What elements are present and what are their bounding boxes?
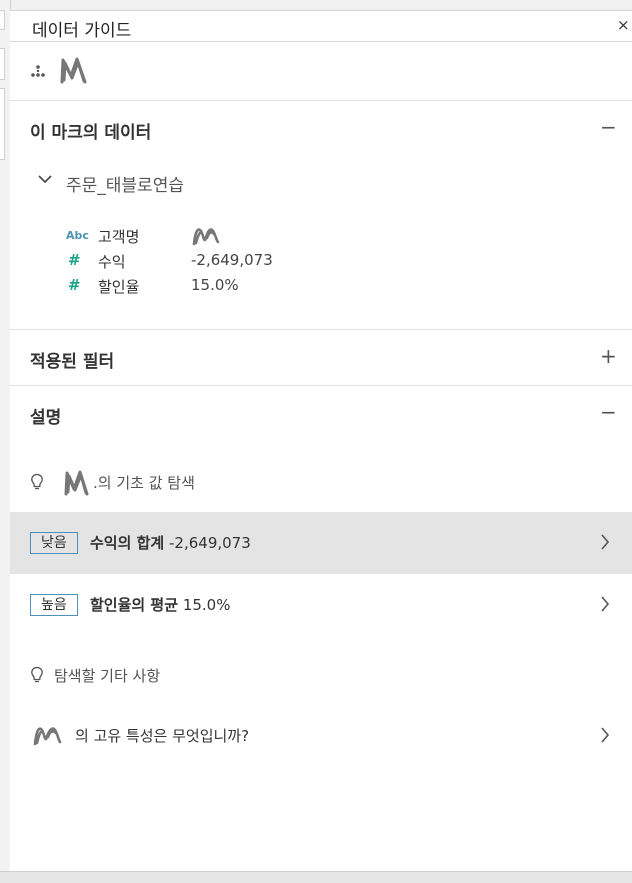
- redacted-mark-scribble: [33, 727, 62, 746]
- lightbulb-icon: [31, 473, 43, 490]
- bottom-scroll-bar: [0, 871, 632, 883]
- side-toolbar-button[interactable]: [0, 88, 5, 160]
- question-row[interactable]: 의 고유 특성은 무엇입니까?: [10, 703, 632, 765]
- collapse-icon[interactable]: −: [600, 400, 617, 424]
- close-icon[interactable]: ×: [617, 16, 630, 34]
- section-divider: [10, 385, 632, 386]
- insight-value: -2,649,073: [169, 534, 251, 552]
- chevron-right-icon: [601, 534, 610, 550]
- redacted-value-scribble: [192, 228, 220, 246]
- explore-label: .의 기초 값 탐색: [93, 474, 195, 492]
- field-name: 수익: [98, 253, 126, 271]
- field-row: # 수익 -2,649,073: [66, 251, 366, 273]
- mark-header: [10, 42, 632, 101]
- filters-section-title: 적용된 필터: [30, 352, 115, 372]
- explain-section-title: 설명: [30, 408, 62, 428]
- text-type-icon: Abc: [66, 229, 89, 242]
- insight-text: 수익의 합계 -2,649,073: [90, 532, 251, 553]
- collapse-icon[interactable]: −: [600, 115, 617, 139]
- insight-measure: 할인율의 평균: [90, 596, 179, 614]
- field-name: 고객명: [98, 228, 140, 246]
- redacted-mark-scribble: [60, 57, 87, 84]
- insight-row[interactable]: 높음 할인율의 평균 15.0%: [10, 574, 632, 636]
- panel-title: 데이터 가이드: [32, 21, 132, 41]
- number-type-icon: #: [68, 276, 81, 294]
- chevron-right-icon: [601, 727, 610, 743]
- question-text: 의 고유 특성은 무엇입니까?: [75, 727, 250, 745]
- side-toolbar-button[interactable]: [0, 10, 5, 30]
- field-row: # 할인율 15.0%: [66, 276, 366, 298]
- datasource-name: 주문_태블로연습: [66, 176, 184, 196]
- field-value: 15.0%: [191, 276, 239, 294]
- low-badge: 낮음: [30, 532, 78, 554]
- chevron-down-icon: [38, 175, 52, 184]
- more-label: 탐색할 기타 사항: [54, 667, 161, 685]
- panel-titlebar: 데이터 가이드 ×: [10, 11, 632, 42]
- lightbulb-icon: [31, 666, 43, 683]
- chevron-right-icon: [601, 596, 610, 612]
- side-toolbar-button[interactable]: [0, 48, 5, 80]
- data-guide-panel: 데이터 가이드 × 이 마크의 데이터 − 주문_태블로연습 Abc 고객명 #…: [10, 10, 632, 872]
- hierarchy-icon: [31, 65, 45, 77]
- redacted-mark-scribble: [64, 470, 89, 496]
- marks-section-title: 이 마크의 데이터: [30, 123, 152, 143]
- number-type-icon: #: [68, 251, 81, 269]
- high-badge: 높음: [30, 594, 78, 616]
- explore-underlying-values[interactable]: .의 기초 값 탐색: [30, 470, 290, 502]
- expand-icon[interactable]: +: [600, 344, 617, 368]
- insight-row[interactable]: 낮음 수익의 합계 -2,649,073: [10, 512, 632, 574]
- insight-measure: 수익의 합계: [90, 534, 165, 552]
- section-divider: [10, 329, 632, 330]
- insight-text: 할인율의 평균 15.0%: [90, 594, 230, 615]
- field-row: Abc 고객명: [66, 226, 366, 248]
- insight-value: 15.0%: [182, 596, 231, 614]
- field-name: 할인율: [98, 278, 140, 296]
- field-value: -2,649,073: [191, 251, 273, 269]
